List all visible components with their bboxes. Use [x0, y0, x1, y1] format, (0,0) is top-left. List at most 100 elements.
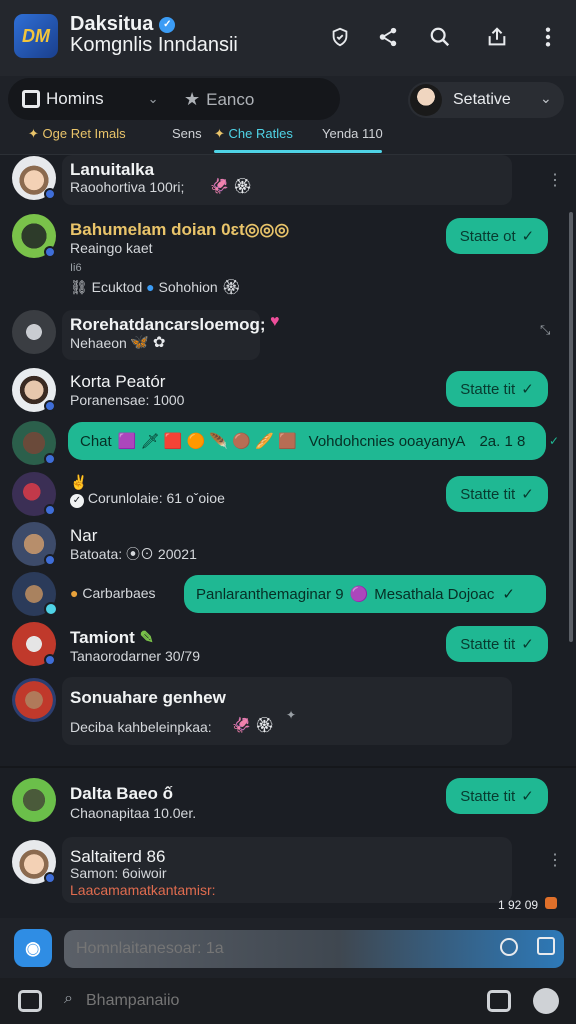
heart-icon: ♥: [270, 313, 280, 330]
status-button[interactable]: Statte tit ✓: [446, 476, 548, 512]
check-icon: ✓: [521, 486, 534, 503]
app-name: Daksitua ✓: [70, 13, 176, 36]
status-label: Statte tit: [460, 380, 516, 398]
folder-icon: [22, 90, 40, 108]
search-icon: ⌕: [64, 990, 73, 1007]
status-button[interactable]: Statte tit ✓: [446, 626, 548, 662]
online-badge: [44, 654, 56, 666]
attach-icon[interactable]: [537, 937, 555, 955]
search-input[interactable]: [86, 988, 446, 1014]
check-icon: ✓: [521, 788, 534, 805]
link-icon: ⛓: [70, 279, 88, 295]
row-subtitle-2: Laacamamatkantamisr:: [70, 882, 216, 898]
emoji-icon[interactable]: [500, 938, 518, 956]
bubble-prefix: Chat: [80, 432, 112, 450]
row-name: Lanuitalka: [70, 160, 155, 179]
row-name: Bahumelam doian 0ɛt◎◎◎: [70, 220, 290, 239]
avatar: [12, 678, 56, 722]
message-bubble[interactable]: Panlaranthemaginar 9 🟣 Mesathala Dojoac …: [184, 575, 546, 613]
check-icon: ✓: [521, 636, 534, 653]
row-name: Nar: [70, 526, 98, 545]
scrollbar[interactable]: [569, 212, 573, 642]
tab-3[interactable]: Yenda 110: [322, 126, 383, 141]
home-label: Homins: [46, 89, 104, 108]
online-badge: [44, 872, 56, 884]
pin-icon: ✦: [286, 708, 297, 722]
online-badge: [44, 504, 56, 516]
reaction-icon: ✌: [70, 474, 88, 490]
profile-label: Setative: [453, 91, 511, 108]
row-name-text: Tamiont: [70, 628, 135, 647]
shield-icon[interactable]: [327, 24, 353, 50]
verified-icon: ✓: [70, 494, 84, 508]
row-subtitle: Nehaeon: [70, 335, 127, 351]
app-logo: DM: [14, 14, 58, 58]
upload-icon[interactable]: [484, 24, 510, 50]
home-dropdown[interactable]: Homins ⌄: [22, 89, 159, 109]
second-filter[interactable]: ★ Eanco: [184, 89, 254, 110]
more-icon[interactable]: [535, 24, 561, 50]
status-label: Statte tit: [460, 635, 516, 653]
online-badge: [44, 246, 56, 258]
status-label: Statte tit: [460, 485, 516, 503]
bubble-text-2: Mesathala Dojoac: [374, 585, 495, 603]
row-name: Korta Peatór: [70, 372, 166, 391]
tab-label: Sens: [172, 126, 202, 141]
sticker-icon: ✎: [139, 628, 154, 647]
second-filter-label: Eanco: [206, 89, 255, 109]
app-logo-text: DM: [22, 25, 50, 46]
bubble-text: Panlaranthemaginar 9: [196, 585, 344, 603]
chat-icon: ◉: [25, 937, 41, 958]
row-subtitle: Chaonapitaa 10.0er.: [70, 805, 197, 821]
tab-label: Oge Ret Imals: [42, 126, 126, 141]
online-badge: [44, 188, 56, 200]
message-text-field[interactable]: [76, 936, 476, 962]
row-extra-text: Ecuktod: [91, 279, 143, 295]
sticker-icon[interactable]: [533, 988, 559, 1014]
status-label: Statte tit: [460, 787, 516, 805]
avatar: [12, 310, 56, 354]
game-icons: 🟪 🗡 🟥 🟠 🪶 🟤 🥖 🟫: [117, 433, 297, 450]
star-icon: ★: [184, 89, 201, 109]
row-subtitle: Raoohortiva 100ri;: [70, 179, 185, 195]
avatar: [12, 778, 56, 822]
compose-button[interactable]: ◉: [14, 929, 52, 967]
row-name: Saltaiterd 86: [70, 847, 166, 866]
online-badge: [44, 602, 58, 616]
tab-1[interactable]: Sens: [172, 126, 202, 141]
tab-label: Yenda 110: [322, 126, 383, 141]
sticker-icon: 🦑 🏵: [232, 717, 274, 734]
row-name: Tamiont ✎: [70, 628, 154, 648]
camera-icon[interactable]: [18, 990, 42, 1012]
coin-icon: ●: [70, 585, 79, 601]
search-icon[interactable]: [427, 24, 453, 50]
timestamp: 1 92 09: [498, 898, 539, 912]
more-icon[interactable]: ⋮: [547, 170, 563, 190]
tab-2[interactable]: ✦ Che Ratles: [214, 126, 293, 142]
row-subtitle: Batoata: ⦿⊙ 20021: [70, 546, 197, 562]
unread-badge: [545, 897, 557, 909]
gallery-icon[interactable]: [487, 990, 511, 1012]
more-icon[interactable]: ⋮: [547, 850, 563, 870]
verified-icon: ●: [146, 279, 155, 295]
status-button[interactable]: Statte tit ✓: [446, 778, 548, 814]
status-button[interactable]: Statte ot ✓: [446, 218, 548, 254]
status-button[interactable]: Statte tit ✓: [446, 371, 548, 407]
row-extra: ⛓ Ecuktod ● Sohohion 🏵: [70, 278, 241, 296]
row-name: Rorehatdancarsloemog;: [70, 315, 266, 334]
tab-0[interactable]: ✦ Oge Ret Imals: [28, 126, 126, 142]
status-label: Statte ot: [459, 227, 516, 245]
verified-icon: ✓: [159, 16, 176, 33]
sticker-icon: 🟣: [349, 586, 369, 603]
bubble-text: Vohdohcnies ooayanyA: [308, 432, 466, 450]
check-icon: ✓: [549, 434, 560, 448]
share-icon[interactable]: [375, 24, 401, 50]
bubble-meta: 2a. 1 8: [479, 432, 526, 450]
pin-icon: ⤡: [540, 322, 551, 337]
chevron-down-icon: ⌄: [540, 90, 552, 106]
message-bubble[interactable]: Chat 🟪 🗡 🟥 🟠 🪶 🟤 🥖 🟫 Vohdohcnies ooayany…: [68, 422, 546, 460]
sticker-icon: 🏵: [221, 279, 241, 296]
tab-icon: ✦: [214, 126, 225, 141]
row-subtitle: Poranensae: 1000: [70, 392, 185, 408]
row-label: ● Carbarbaes: [70, 585, 156, 601]
